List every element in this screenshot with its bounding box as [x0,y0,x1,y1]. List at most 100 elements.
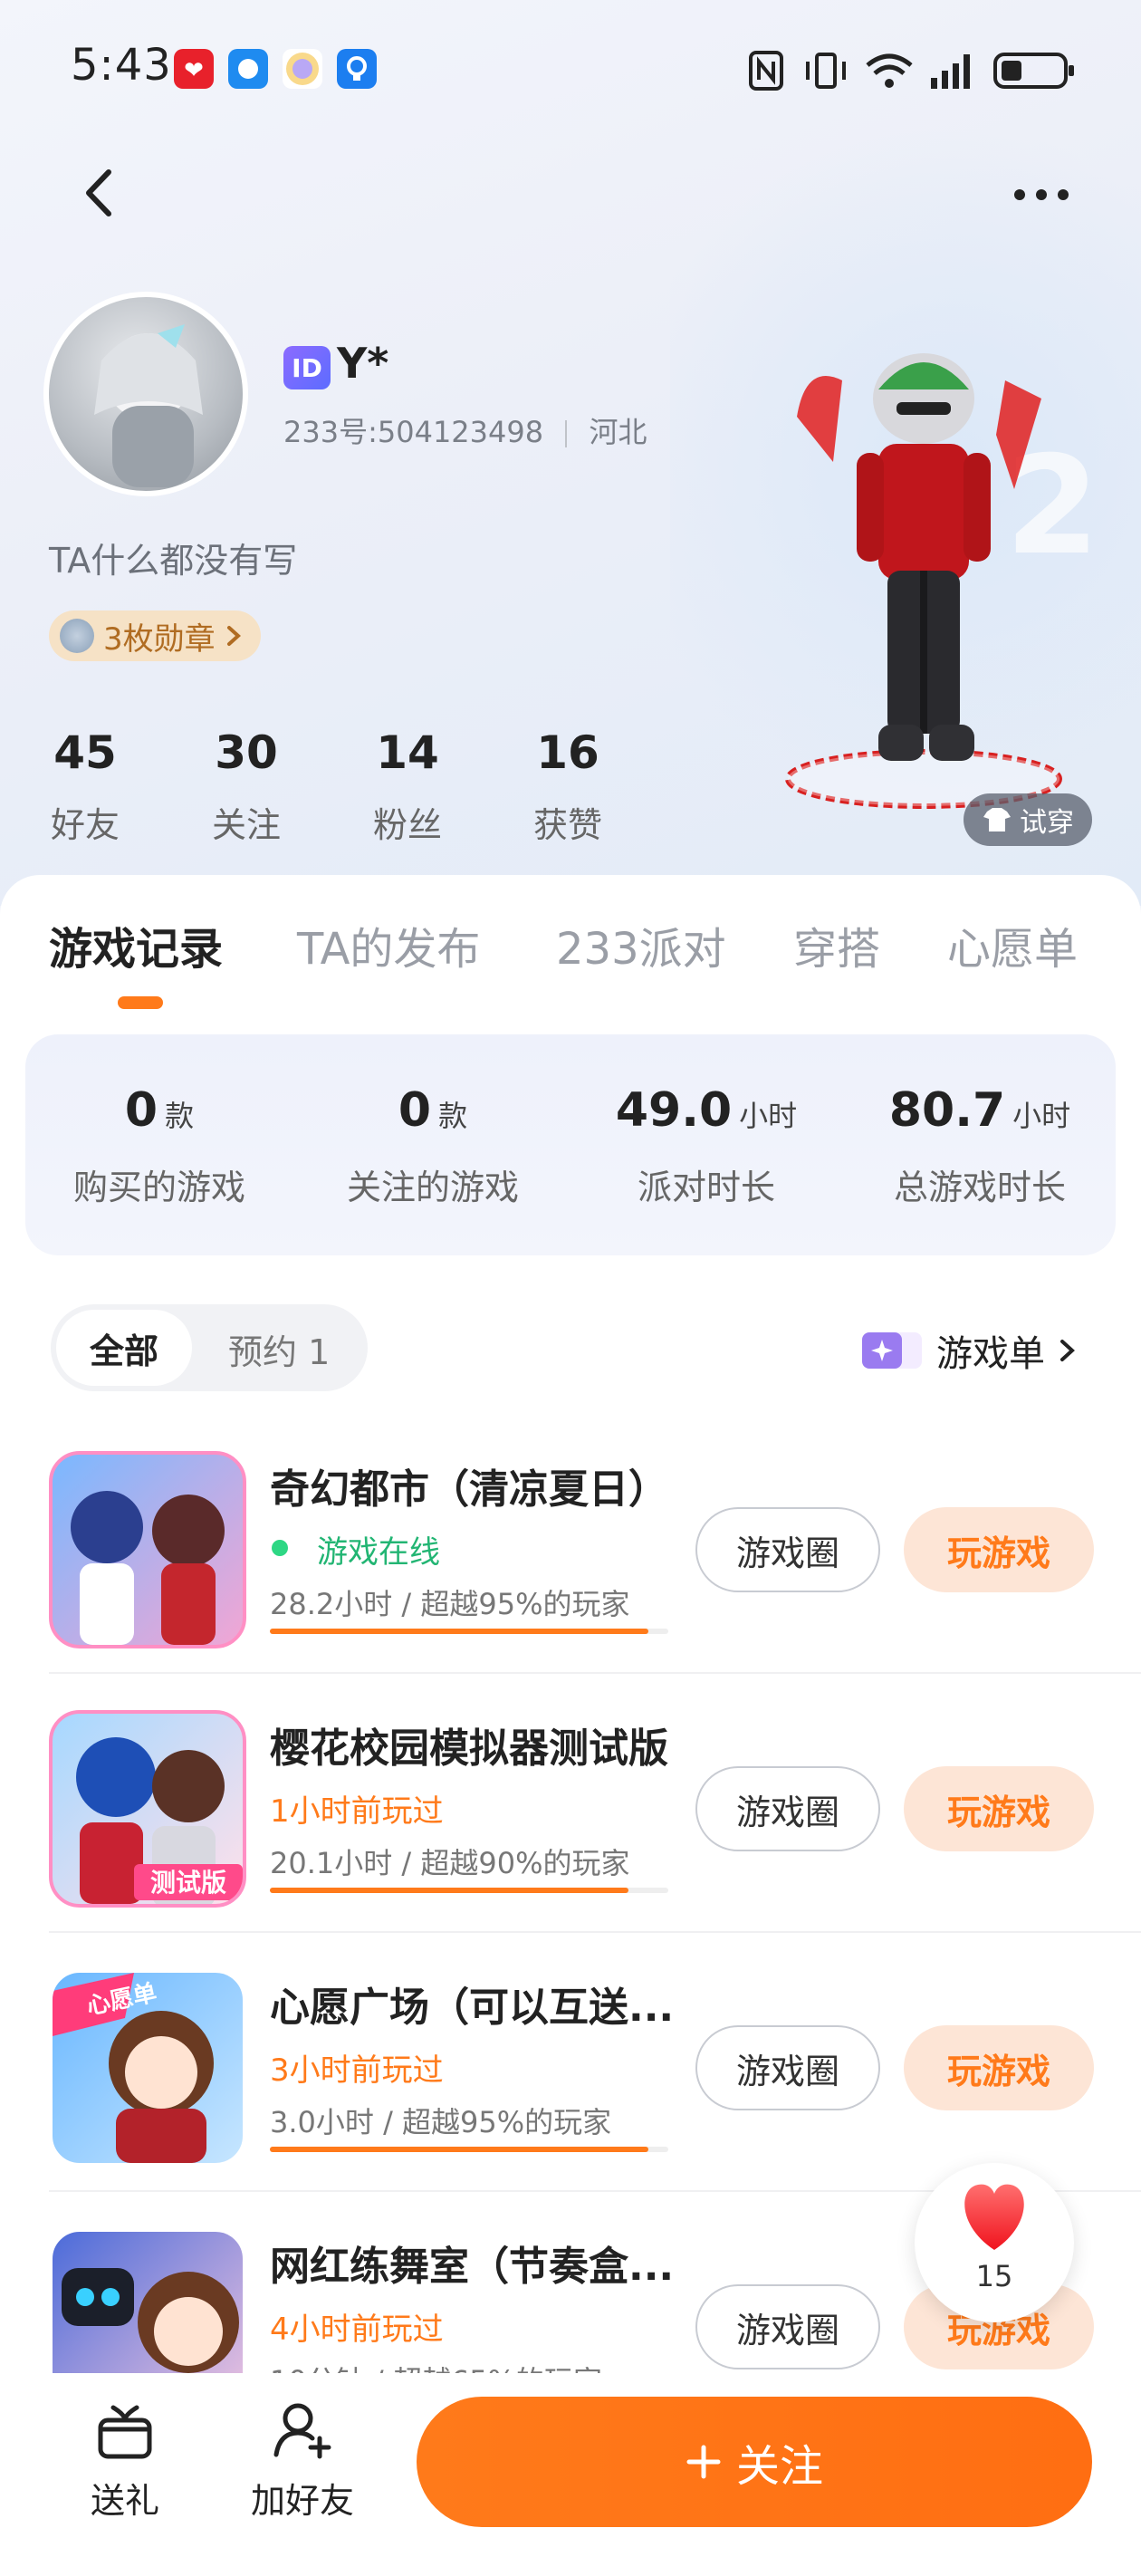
stat-following[interactable]: 30 关注 [183,726,310,847]
avatar-image [94,324,203,487]
progress-bar [270,1888,628,1893]
heart-icon [964,2184,1024,2250]
online-indicator [272,1540,288,1556]
uid-separator [565,420,568,447]
game-circle-button[interactable]: 游戏圈 [695,2025,880,2110]
add-friend-button[interactable]: 加好友 [230,2400,375,2523]
game-title: 樱花校园模拟器测试版 [270,1725,668,1772]
chevron-right-icon [226,626,241,646]
summary-label: 关注的游戏 [346,1168,519,1207]
game-icon[interactable] [49,1451,246,1648]
app-rainbow-icon [283,49,322,89]
avatar-character[interactable]: 233 [743,326,1141,833]
summary-value: 49.0 [615,1083,733,1138]
play-game-button[interactable]: 玩游戏 [904,1766,1094,1851]
stat-likes[interactable]: 16 获赞 [504,726,631,847]
more-options-button[interactable] [1005,163,1078,226]
try-on-label: 试穿 [1020,807,1074,839]
progress-bar [270,1629,648,1634]
status-time: 5:43 [71,40,172,91]
test-version-label: 测试版 [150,1868,226,1898]
battery-icon [993,53,1074,89]
id-badge: ID [283,346,331,389]
medals-label: 3枚勋章 [103,620,216,658]
summary-total-time[interactable]: 80.7 小时 总游戏时长 [844,1083,1116,1209]
game-circle-button[interactable]: 游戏圈 [695,1766,880,1851]
filter-reserved-button[interactable]: 预约 1 [228,1324,330,1374]
chevron-left-icon [86,169,111,216]
stat-value: 16 [536,726,599,779]
follow-label: 关注 [735,2441,823,2492]
avatar[interactable] [43,292,248,496]
summary-party-time[interactable]: 49.0 小时 派对时长 [570,1083,842,1209]
tab-233-party[interactable]: 233派对 [556,913,726,976]
divider [49,1931,1141,1933]
gift-icon [98,2405,152,2459]
stat-fans[interactable]: 14 粉丝 [344,726,471,847]
game-icon[interactable]: 测试版 [49,1710,246,1908]
vibrate-icon [806,53,846,89]
signal-icon [931,54,970,89]
stat-value: 14 [376,726,439,779]
stat-value: 30 [215,726,278,779]
medals-button[interactable]: 3枚勋章 [49,610,261,661]
like-button[interactable]: 15 [915,2163,1074,2322]
game-title: 网红练舞室（节奏盒... [270,2244,675,2290]
game-circle-button[interactable]: 游戏圈 [695,1507,880,1592]
summary-value: 80.7 [888,1083,1006,1138]
gift-label: 送礼 [90,2481,159,2521]
back-button[interactable] [72,161,127,225]
follow-button[interactable]: 关注 [417,2397,1092,2527]
game-title: 奇幻都市（清凉夏日） [270,1466,668,1513]
nfc-icon [749,51,783,91]
summary-unit: 小时 [1012,1099,1071,1133]
game-stats: 3.0小时 / 超越95%的玩家 [270,2105,612,2139]
try-on-button[interactable]: 试穿 [964,793,1092,846]
game-status: 游戏在线 [317,1534,440,1571]
game-list-button[interactable]: 游戏单 [860,1324,1078,1377]
tab-game-records[interactable]: 游戏记录 [49,913,223,976]
tab-posts[interactable]: TA的发布 [297,913,480,976]
stat-label: 好友 [50,805,120,845]
summary-unit: 小时 [739,1099,798,1133]
nickname: Y* [337,339,389,388]
medal-icon [60,619,94,653]
stat-friends[interactable]: 45 好友 [22,726,149,847]
chevron-right-icon [1060,1340,1075,1361]
stat-value: 45 [53,726,117,779]
character-figure: 233 [785,353,1141,809]
game-circle-button[interactable]: 游戏圈 [695,2284,880,2369]
summary-value: 0 [398,1083,432,1138]
like-count: 15 [975,2259,1013,2293]
wifi-icon [866,53,913,88]
game-stats: 20.1小时 / 超越90%的玩家 [270,1846,630,1880]
stat-label: 关注 [211,805,281,845]
svg-text:❤: ❤ [184,57,204,84]
summary-label: 总游戏时长 [893,1168,1066,1207]
summary-label: 购买的游戏 [72,1168,245,1207]
play-game-button[interactable]: 玩游戏 [904,2025,1094,2110]
divider [49,1672,1141,1674]
summary-unit: 款 [165,1099,195,1133]
stat-label: 粉丝 [372,805,442,845]
add-friend-icon [273,2403,331,2459]
gift-button[interactable]: 送礼 [53,2400,197,2523]
game-list-label: 游戏单 [936,1333,1045,1375]
tab-wishlist[interactable]: 心愿单 [947,913,1078,976]
summary-value: 0 [124,1083,158,1138]
tab-outfits[interactable]: 穿搭 [793,913,880,976]
play-game-button[interactable]: 玩游戏 [904,1507,1094,1592]
plus-icon [686,2445,721,2479]
summary-label: 派对时长 [637,1168,775,1207]
filter-all-button[interactable]: 全部 [56,1310,192,1386]
user-id-line: 233号:504123498 河北 [283,409,647,451]
summary-followed[interactable]: 0款 关注的游戏 [297,1083,569,1209]
bulb-icon [337,49,377,89]
progress-bar [270,2147,648,2152]
user-region: 河北 [589,415,647,449]
app-notification-icon: ❤ [174,49,214,89]
summary-purchased[interactable]: 0款 购买的游戏 [24,1083,295,1209]
weather-icon [228,49,268,89]
game-status: 4小时前玩过 [270,2312,444,2348]
game-icon[interactable]: 心愿单 [49,1969,246,2167]
